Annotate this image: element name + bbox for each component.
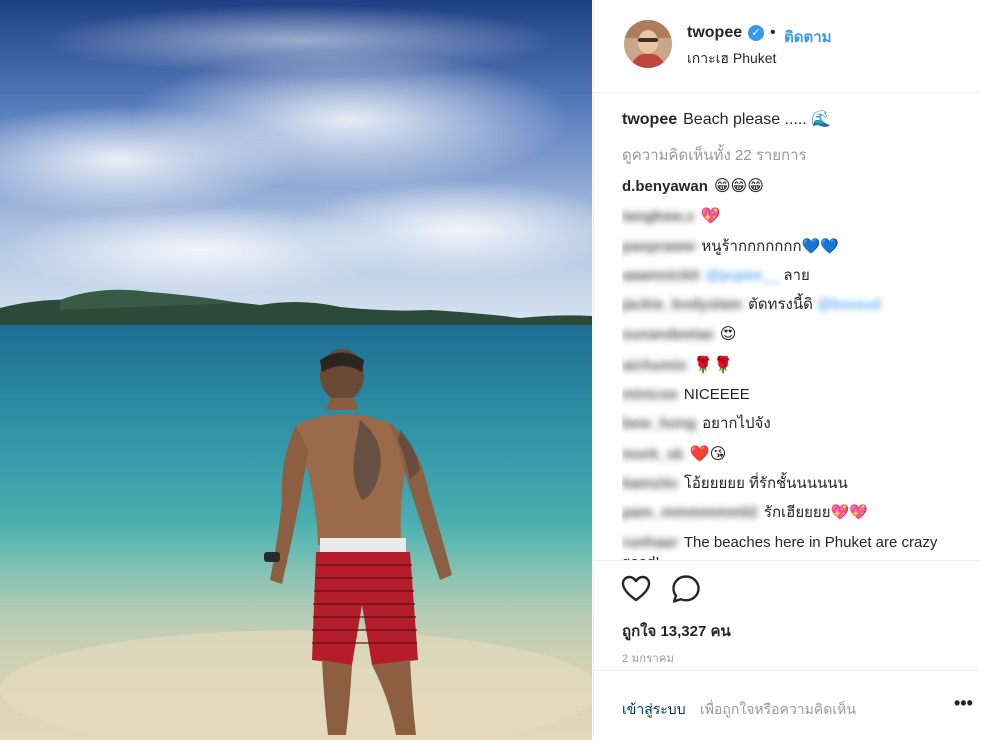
comment-username[interactable]: pam_mmmmmm02 bbox=[622, 504, 758, 521]
caption-text: Beach please ..... bbox=[683, 111, 807, 128]
login-prompt-text: เพื่อถูกใจหรือความคิดเห็น bbox=[700, 701, 856, 717]
view-all-comments-link[interactable]: ดูความคิดเห็นทั้ง 22 รายการ bbox=[622, 143, 972, 167]
wave-emoji-icon: 🌊 bbox=[811, 109, 832, 128]
post-date[interactable]: 2 มกราคม bbox=[622, 649, 674, 667]
comment-text: 💖 bbox=[700, 206, 721, 226]
post-header: twopee ✓ • ติดตาม เกาะเฮ Phuket bbox=[594, 0, 979, 93]
comment-text: ตัดทรงนี้ดิ bbox=[748, 296, 813, 314]
comment-username[interactable]: sunandeetae bbox=[622, 326, 714, 343]
comment-username[interactable]: paopraww bbox=[622, 238, 695, 255]
comment-item: bew_hong อยากไปจัง bbox=[622, 414, 972, 434]
comments-list[interactable]: twopee Beach please ..... 🌊 ดูความคิดเห็น… bbox=[622, 102, 972, 560]
comment-item: d.benyawan 😁😁😁 bbox=[622, 176, 972, 197]
comment-item: mork_sk ❤️😘 bbox=[622, 444, 972, 465]
comment-item: aichumix 🌹🌹 bbox=[622, 355, 972, 376]
comment-username[interactable]: bamziio bbox=[622, 475, 678, 492]
separator-dot: • bbox=[770, 24, 776, 41]
comment-item: sunandeetae 😍 bbox=[622, 324, 972, 345]
comment-text: ลาย bbox=[783, 266, 810, 284]
comment-text: โอ้ยยยยย ที่รักชั้นนนนนน bbox=[683, 474, 848, 492]
avatar-image bbox=[624, 20, 672, 68]
post-photo[interactable] bbox=[0, 0, 592, 740]
comment-item: tangkwa.x 💖 bbox=[622, 206, 972, 227]
comment-item: bamziio โอ้ยยยยย ที่รักชั้นนนนนน bbox=[622, 474, 972, 494]
post-caption: twopee Beach please ..... 🌊 bbox=[622, 108, 972, 131]
comment-text: ❤️😘 bbox=[689, 443, 727, 463]
beach-photo-image bbox=[0, 0, 592, 740]
comment-text: หนูร้ากกกกกกก💙💙 bbox=[701, 237, 839, 255]
follow-button[interactable]: ติดตาม bbox=[784, 25, 832, 49]
comment-text: อยากไปจัง bbox=[702, 415, 771, 433]
more-options-icon[interactable]: ••• bbox=[954, 693, 973, 714]
comment-username[interactable]: aaamnickit bbox=[622, 267, 700, 284]
login-prompt-footer: เข้าสู่ระบบ เพื่อถูกใจหรือความคิดเห็น ••… bbox=[594, 670, 979, 741]
comment-text: 😁😁😁 bbox=[713, 176, 764, 195]
comment-text: 🌹🌹 bbox=[693, 354, 733, 374]
comment-username[interactable]: tangkwa.x bbox=[622, 208, 695, 225]
comment-username[interactable]: aichumix bbox=[622, 357, 687, 374]
comment-username[interactable]: d.benyawan bbox=[622, 178, 708, 195]
verified-badge-icon: ✓ bbox=[748, 25, 764, 41]
comment-bubble-icon[interactable] bbox=[670, 573, 702, 605]
post-details-panel: twopee ✓ • ติดตาม เกาะเฮ Phuket twopee Be… bbox=[593, 0, 990, 740]
avatar[interactable] bbox=[624, 20, 672, 68]
post-username[interactable]: twopee bbox=[687, 24, 742, 42]
likes-count[interactable]: ถูกใจ 13,327 คน bbox=[622, 619, 731, 643]
comment-text: 😍 bbox=[719, 324, 737, 344]
comment-text: NICEEEE bbox=[683, 386, 750, 404]
comment-item: aaamnickit @pupee__ ลาย bbox=[622, 266, 972, 286]
caption-username[interactable]: twopee bbox=[622, 111, 677, 128]
comment-item: jackie_bodyslam ตัดทรงนี้ดิ @bossud bbox=[622, 295, 972, 315]
comment-username[interactable]: bew_hong bbox=[622, 415, 696, 432]
comment-item: paopraww หนูร้ากกกกกกก💙💙 bbox=[622, 237, 972, 257]
heart-icon[interactable] bbox=[620, 573, 652, 605]
comment-username[interactable]: minicee bbox=[622, 386, 678, 403]
comment-username[interactable]: mork_sk bbox=[622, 446, 684, 463]
comment-mention[interactable]: @pupee__ bbox=[706, 267, 780, 284]
comment-username[interactable]: jackie_bodyslam bbox=[622, 296, 742, 313]
comment-item: minicee NICEEEE bbox=[622, 385, 972, 405]
comment-username[interactable]: runhaar bbox=[622, 534, 678, 551]
comment-item: runhaar The beaches here in Phuket are cr… bbox=[622, 533, 972, 560]
login-link[interactable]: เข้าสู่ระบบ bbox=[622, 699, 686, 721]
post-location[interactable]: เกาะเฮ Phuket bbox=[687, 48, 776, 70]
post-actions: ถูกใจ 13,327 คน 2 มกราคม bbox=[594, 560, 979, 681]
comment-mention[interactable]: @bossud bbox=[817, 296, 881, 313]
comment-item: pam_mmmmmm02 รักเฮียยยย💖💖 bbox=[622, 503, 972, 523]
comment-text: รักเฮียยยย💖💖 bbox=[763, 504, 868, 522]
